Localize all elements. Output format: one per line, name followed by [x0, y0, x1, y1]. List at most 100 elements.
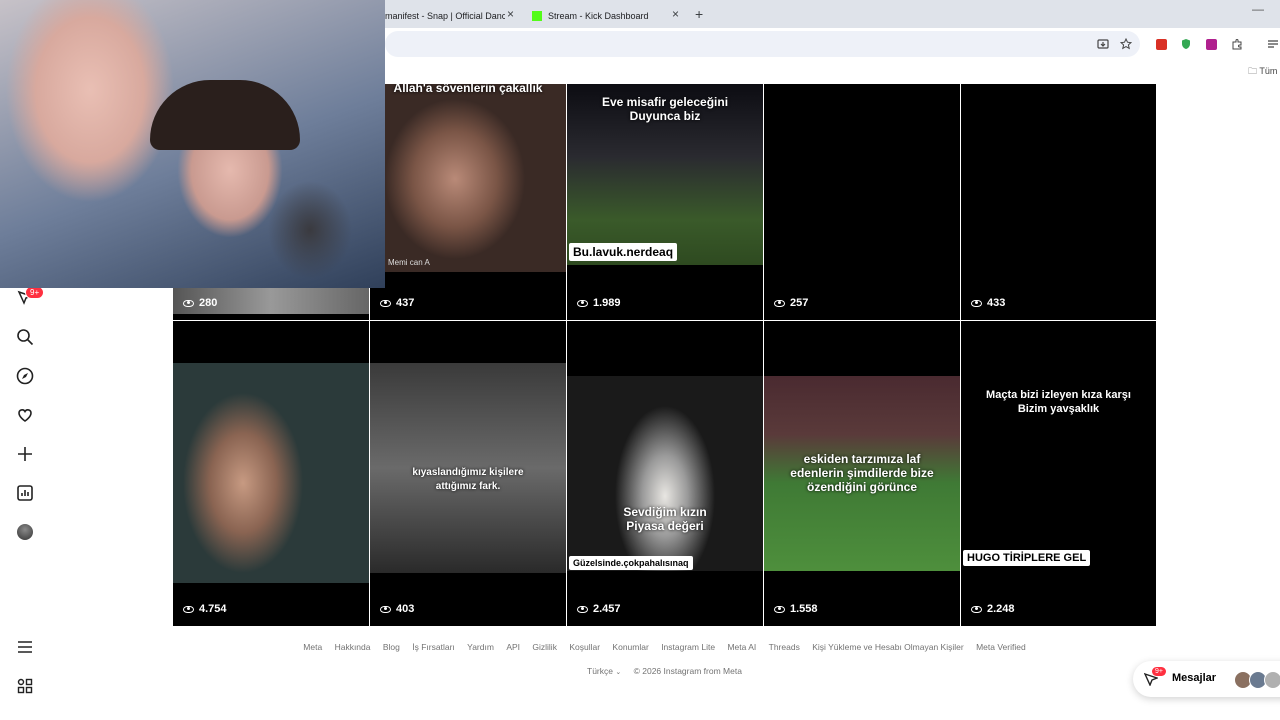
footer-links: Meta Hakkında Blog İş Fırsatları Yardım …	[0, 642, 1280, 652]
tab-label: manifest - Snap | Official Dance	[385, 11, 505, 21]
bookmark-folder[interactable]: 🗀 Tüm	[1248, 64, 1277, 80]
copyright: © 2026 Instagram from Meta	[633, 666, 742, 676]
eye-icon	[971, 605, 982, 613]
footer-link[interactable]: Gizlilik	[532, 642, 557, 652]
eye-icon	[577, 299, 588, 307]
tab-close-icon[interactable]: ×	[672, 7, 679, 21]
view-count: 1.989	[577, 297, 621, 309]
reel-tile[interactable]: 257	[764, 84, 960, 320]
webcam-overlay	[0, 0, 385, 288]
chevron-down-icon[interactable]: ⌄	[615, 669, 621, 676]
view-count-value: 280	[199, 297, 218, 309]
footer-link[interactable]: Meta Verified	[976, 642, 1026, 652]
footer-link[interactable]: Konumlar	[612, 642, 648, 652]
eye-icon	[380, 299, 391, 307]
messages-badge: 9+	[1152, 667, 1166, 676]
reel-caption: Maçta bizi izleyen kıza karşı Bizim yavş…	[986, 389, 1131, 415]
eye-icon	[183, 299, 194, 307]
reel-tag: HUGO TİRİPLERE GEL	[963, 550, 1091, 566]
reel-caption: Sevdiğim kızın Piyasa değeri	[623, 505, 707, 533]
extension-icon[interactable]	[1203, 36, 1219, 52]
footer-link[interactable]: API	[506, 642, 520, 652]
footer-link[interactable]: Blog	[383, 642, 400, 652]
view-count-value: 437	[396, 297, 415, 309]
footer-link[interactable]: Meta	[303, 642, 322, 652]
create-plus-icon[interactable]	[15, 444, 35, 464]
tab-close-icon[interactable]: ×	[507, 7, 514, 21]
reel-tag: Bu.lavuk.nerdeaq	[569, 243, 678, 261]
view-count: 403	[380, 603, 414, 615]
view-count: 437	[380, 297, 414, 309]
view-count: 2.457	[577, 603, 621, 615]
reel-tile[interactable]: Allah'a sövenlerin çakallık Memi can A 4…	[370, 84, 566, 320]
insights-chart-icon[interactable]	[15, 483, 35, 503]
footer-link[interactable]: Kişi Yükleme ve Hesabı Olmayan Kişiler	[812, 642, 964, 652]
reel-thumbnail	[370, 84, 566, 272]
explore-compass-icon[interactable]	[15, 366, 35, 386]
reel-tile[interactable]: Sevdiğim kızın Piyasa değeri Güzelsinde.…	[567, 321, 763, 626]
bookmark-folder-label: Tüm	[1259, 66, 1278, 76]
window-minimize-button[interactable]: —	[1252, 2, 1264, 16]
reel-caption: Allah'a sövenlerin çakallık	[393, 84, 543, 95]
footer-link[interactable]: Yardım	[467, 642, 494, 652]
bookmark-star-icon[interactable]	[1118, 36, 1134, 52]
reel-tile[interactable]: Maçta bizi izleyen kıza karşı Bizim yavş…	[961, 321, 1156, 626]
view-count-value: 433	[987, 297, 1006, 309]
view-count-value: 257	[790, 297, 809, 309]
footer-link[interactable]: Threads	[769, 642, 800, 652]
extensions-puzzle-icon[interactable]	[1229, 36, 1245, 52]
footer-bottom: Türkçe ⌄ © 2026 Instagram from Meta	[587, 666, 742, 676]
view-count-value: 2.248	[987, 603, 1015, 615]
reel-watermark: Memi can A	[388, 258, 430, 267]
search-icon[interactable]	[15, 327, 35, 347]
profile-avatar[interactable]	[17, 524, 33, 540]
reading-list-icon[interactable]	[1265, 36, 1280, 52]
webcam-subject	[150, 80, 300, 150]
view-count-value: 4.754	[199, 603, 227, 615]
footer-link[interactable]: Meta AI	[727, 642, 756, 652]
reel-caption: Eve misafir geleceğini Duyunca biz	[601, 95, 729, 123]
reel-tile[interactable]: eskiden tarzımıza laf edenlerin şimdiler…	[764, 321, 960, 626]
view-count: 1.558	[774, 603, 818, 615]
reel-tile[interactable]: Eve misafir geleceğini Duyunca biz Bu.la…	[567, 84, 763, 320]
reel-tile[interactable]: 433	[961, 84, 1156, 320]
shield-extension-icon[interactable]	[1178, 36, 1194, 52]
view-count-value: 2.457	[593, 603, 621, 615]
footer-link[interactable]: Hakkında	[335, 642, 371, 652]
also-from-meta-icon[interactable]	[15, 676, 35, 696]
view-count-value: 403	[396, 603, 415, 615]
view-count: 257	[774, 297, 808, 309]
footer-link[interactable]: Instagram Lite	[661, 642, 715, 652]
footer-link[interactable]: İş Fırsatları	[412, 642, 455, 652]
eye-icon	[774, 605, 785, 613]
reel-tile[interactable]: 4.754	[173, 321, 369, 626]
view-count-value: 1.558	[790, 603, 818, 615]
reel-tag: Güzelsinde.çokpahalısınaq	[569, 556, 693, 570]
view-count: 433	[971, 297, 1005, 309]
reel-caption: eskiden tarzımıza laf edenlerin şimdiler…	[790, 452, 934, 494]
tab-kick-dashboard[interactable]: Stream - Kick Dashboard	[532, 4, 672, 28]
eye-icon	[577, 605, 588, 613]
eye-icon	[380, 605, 391, 613]
eye-icon	[183, 605, 194, 613]
install-app-icon[interactable]	[1095, 36, 1111, 52]
heart-icon[interactable]	[15, 405, 35, 425]
view-count: 280	[183, 297, 217, 309]
reel-tile[interactable]: kıyaslandığımız kişilere attığımız fark.…	[370, 321, 566, 626]
eye-icon	[774, 299, 785, 307]
tab-snap[interactable]: manifest - Snap | Official Dance	[385, 4, 505, 28]
reel-caption: kıyaslandığımız kişilere attığımız fark.	[412, 467, 524, 492]
reel-thumbnail	[173, 363, 369, 583]
new-tab-button[interactable]: +	[695, 6, 703, 22]
language-selector[interactable]: Türkçe	[587, 666, 613, 676]
view-count: 2.248	[971, 603, 1015, 615]
folder-icon: 🗀	[1248, 66, 1258, 76]
eye-icon	[971, 299, 982, 307]
footer-link[interactable]: Koşullar	[569, 642, 600, 652]
avatar	[1264, 671, 1280, 689]
pdf-extension-icon[interactable]	[1153, 36, 1169, 52]
view-count: 4.754	[183, 603, 227, 615]
reel-thumbnail	[567, 376, 763, 571]
tab-label: Stream - Kick Dashboard	[548, 11, 649, 21]
address-bar[interactable]	[385, 31, 1140, 57]
